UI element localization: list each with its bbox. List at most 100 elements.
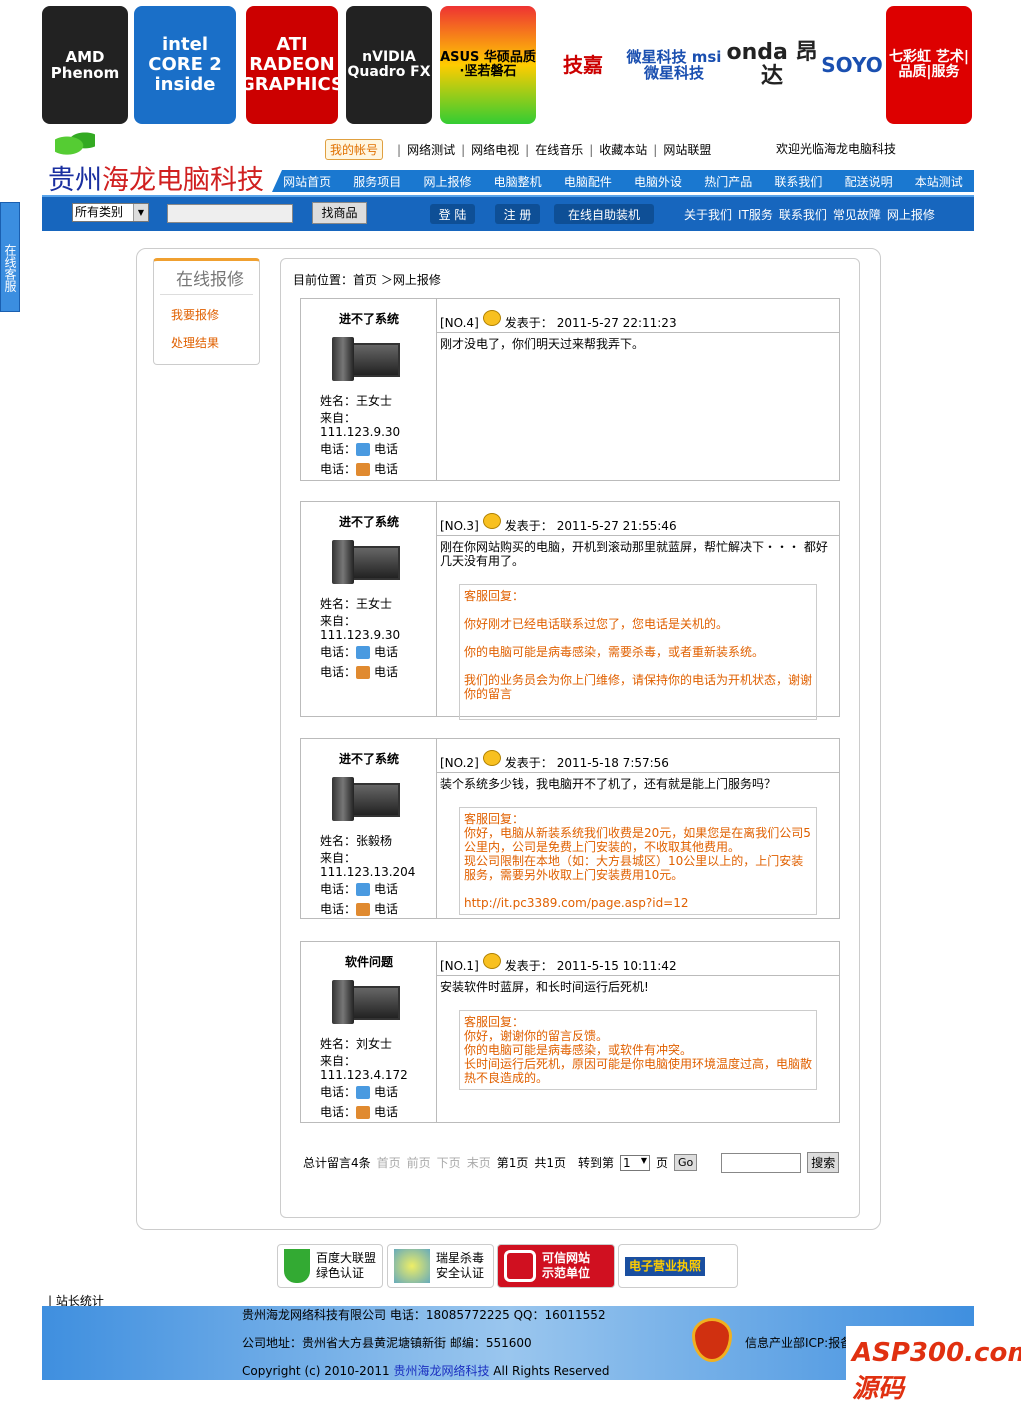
online-service-float[interactable]: 在线客服 xyxy=(0,202,20,312)
top-link[interactable]: 在线音乐 xyxy=(535,141,583,158)
about-link[interactable]: 关于我们 xyxy=(684,206,732,223)
go-button[interactable]: Go xyxy=(674,1154,698,1171)
message-body: [NO.1] 发表于： 2011-5-15 10:11:42 安装软件时蓝屏，和长时间… xyxy=(437,942,839,1122)
author-info: 进不了系统 姓名：王女士 来自： 111.123.9.30 电话： 电话 电话： 电话 xyxy=(301,299,437,480)
nav-contact[interactable]: 联系我们 xyxy=(774,173,822,190)
top-link[interactable]: 收藏本站 xyxy=(599,141,647,158)
onda-logo[interactable]: onda 昂达 xyxy=(724,6,820,124)
reply-line: 你好，谢谢你的留言反馈。 xyxy=(464,1029,609,1043)
it-service-link[interactable]: IT服务 xyxy=(738,206,773,223)
top-link[interactable]: 网络测试 xyxy=(407,141,455,158)
phone-label: 电话： xyxy=(320,442,357,456)
nav-pc[interactable]: 电脑整机 xyxy=(494,173,542,190)
contact-link[interactable]: 联系我们 xyxy=(779,206,827,223)
nav-hot[interactable]: 热门产品 xyxy=(704,173,752,190)
colorful-logo[interactable]: 七彩虹 艺术|品质|服务 xyxy=(886,6,972,124)
nav-delivery[interactable]: 配送说明 xyxy=(845,173,893,190)
chevron-down-icon: ▼ xyxy=(640,1155,647,1165)
message-number: [NO.4] xyxy=(440,315,479,330)
phone-link[interactable]: 电话 xyxy=(374,442,398,456)
lion-icon xyxy=(394,1249,430,1283)
amd-logo[interactable]: AMD Phenom xyxy=(42,6,128,124)
badge-label: 可信网站 示范单位 xyxy=(542,1251,591,1280)
nav-peripherals[interactable]: 电脑外设 xyxy=(634,173,682,190)
asus-logo[interactable]: ASUS 华硕品质·坚若磐石 xyxy=(440,6,536,124)
site-logo[interactable]: 贵州海龙电脑科技 xyxy=(48,158,264,197)
welcome-text: 欢迎光临海龙电脑科技 xyxy=(776,142,897,156)
police-emblem-icon[interactable] xyxy=(692,1318,732,1362)
search-button[interactable]: 搜索 xyxy=(807,1152,840,1173)
message-category: 进不了系统 xyxy=(338,515,399,529)
intel-logo[interactable]: intel CORE 2 inside xyxy=(134,6,236,124)
phone-link[interactable]: 电话 xyxy=(374,882,398,896)
message-number: [NO.3] xyxy=(440,518,479,533)
first-page: 首页 xyxy=(376,1156,401,1170)
find-goods-button[interactable]: 找商品 xyxy=(312,202,367,224)
last-page: 末页 xyxy=(466,1156,491,1170)
badge-baidu[interactable]: 百度大联盟 绿色认证 xyxy=(277,1244,383,1288)
nav-services[interactable]: 服务项目 xyxy=(353,173,401,190)
phone-link[interactable]: 电话 xyxy=(374,665,398,679)
footer-copyright: Copyright (c) 2010-2011 贵州海龙网络科技 All Rig… xyxy=(242,1362,610,1379)
name-label: 姓名： xyxy=(320,394,357,408)
message-search-input[interactable] xyxy=(721,1152,802,1173)
phone-link[interactable]: 电话 xyxy=(374,902,398,916)
diy-build-button[interactable]: 在线自助装机 xyxy=(554,204,654,224)
gigabyte-logo[interactable]: 技嘉 xyxy=(540,6,626,124)
phone-icon xyxy=(356,883,371,896)
register-button[interactable]: 注 册 xyxy=(495,204,540,224)
sidebar-item-report[interactable]: 我要报修 xyxy=(154,295,259,323)
faq-link[interactable]: 常见故障 xyxy=(833,206,881,223)
nav-parts[interactable]: 电脑配件 xyxy=(564,173,612,190)
nav-repair[interactable]: 网上报修 xyxy=(423,173,471,190)
leaf-icon xyxy=(55,130,95,156)
login-button[interactable]: 登 陆 xyxy=(430,204,475,224)
from-label: 来自： xyxy=(320,1054,357,1068)
top-links: 我的帐号 | 网络测试 | 网络电视 | 在线音乐 | 收藏本站 | 网站联盟 xyxy=(325,139,711,160)
badge-trusted[interactable]: 可信网站 示范单位 xyxy=(497,1244,615,1288)
home-icon xyxy=(356,666,371,679)
reply-line: 你好，电脑从新装系统我们收费是20元，如果您是在离我们公司5公里内，公司是免费上… xyxy=(464,826,811,854)
message-category: 软件问题 xyxy=(344,955,393,969)
phone-link[interactable]: 电话 xyxy=(374,1105,398,1119)
sidebar-item-results[interactable]: 处理结果 xyxy=(154,323,259,351)
ati-logo[interactable]: ATI RADEON GRAPHICS xyxy=(240,6,344,124)
staff-reply: 客服回复： 你好刚才已经电话联系过您了，您电话是关机的。 你的电脑可能是病毒感染，需… xyxy=(459,584,817,720)
copyright-link[interactable]: 贵州海龙网络科技 xyxy=(393,1364,489,1378)
top-link[interactable]: 网站联盟 xyxy=(663,141,711,158)
phone-link[interactable]: 电话 xyxy=(374,462,398,476)
msi-logo[interactable]: 微星科技 msi 微星科技 xyxy=(626,6,722,124)
breadcrumb: 目前位置：首页 ＞网上报修 xyxy=(293,273,441,287)
posted-time: 2011-5-15 10:11:42 xyxy=(556,958,677,973)
my-account-link[interactable]: 我的帐号 xyxy=(325,139,384,160)
footer-company: 贵州海龙网络科技有限公司 电话：18085772225 QQ：16011552 xyxy=(242,1308,606,1322)
next-page: 下页 xyxy=(436,1156,461,1170)
search-input[interactable] xyxy=(167,204,293,223)
copyright-end: All Rights Reserved xyxy=(489,1364,610,1378)
nvidia-logo[interactable]: nVIDIA Quadro FX xyxy=(346,6,432,124)
phone-icon xyxy=(356,443,371,456)
message-content: 刚才没电了，你们明天过来帮我弄下。 xyxy=(440,337,645,351)
category-select[interactable]: 所有类别 ▼ xyxy=(72,203,149,222)
sidebar-title: 在线报修 xyxy=(160,261,253,295)
footer: 贵州海龙网络科技有限公司 电话：18085772225 QQ：16011552 … xyxy=(42,1306,974,1380)
author-name: 王女士 xyxy=(356,394,393,408)
copyright-text: Copyright (c) 2010-2011 xyxy=(242,1364,394,1378)
footer-icp[interactable]: 信息产业部ICP:报备 xyxy=(745,1334,852,1351)
page-select[interactable]: 1 ▼ xyxy=(620,1154,650,1171)
author-name: 张毅杨 xyxy=(356,834,393,848)
phone-link[interactable]: 电话 xyxy=(374,1085,398,1099)
phone-link[interactable]: 电话 xyxy=(374,645,398,659)
page-unit: 页 xyxy=(656,1156,669,1170)
badge-rising[interactable]: 瑞星杀毒 安全认证 xyxy=(387,1244,494,1288)
chevron-down-icon: ▼ xyxy=(133,204,148,221)
top-link[interactable]: 网络电视 xyxy=(471,141,519,158)
nav-test[interactable]: 本站测试 xyxy=(915,173,963,190)
message-body: [NO.3] 发表于： 2011-5-27 21:55:46 刚在你网站购买的电脑，开… xyxy=(437,502,839,720)
soyo-logo[interactable]: SOYO xyxy=(820,6,884,124)
badge-license[interactable]: 电子营业执照 xyxy=(618,1244,738,1288)
repair-link[interactable]: 网上报修 xyxy=(887,206,935,223)
nav-home[interactable]: 网站首页 xyxy=(283,173,331,190)
computer-icon xyxy=(332,540,402,584)
phone-label: 电话： xyxy=(320,1105,357,1119)
